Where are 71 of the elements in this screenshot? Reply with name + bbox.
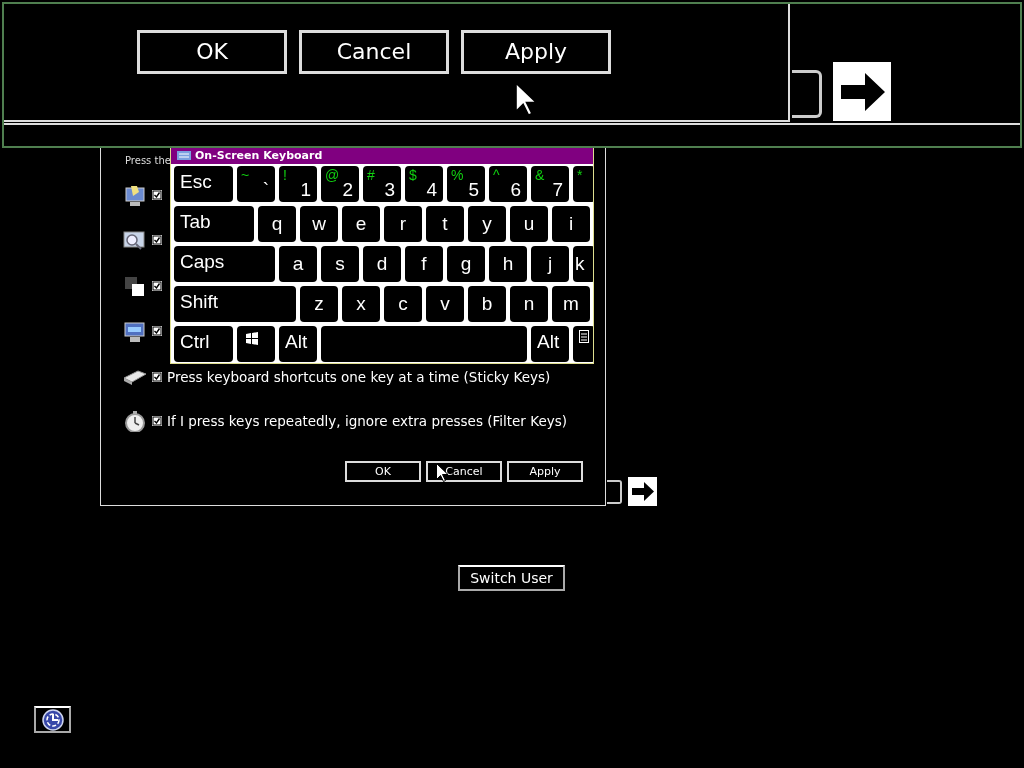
key[interactable]: j	[531, 246, 569, 282]
key[interactable]: ^ 6	[489, 166, 527, 202]
key[interactable]: @ 2	[321, 166, 359, 202]
key[interactable]: q	[258, 206, 296, 242]
key[interactable]: s	[321, 246, 359, 282]
key[interactable]: Esc	[174, 166, 233, 202]
key[interactable]: Ctrl	[174, 326, 233, 362]
accessibility-icon	[123, 229, 147, 251]
key[interactable]: f	[405, 246, 443, 282]
key[interactable]: ~ `	[237, 166, 275, 202]
checkbox[interactable]	[151, 189, 163, 201]
option-label: Press keyboard shortcuts one key at a time (Sticky Keys)	[167, 367, 551, 387]
key[interactable]: e	[342, 206, 380, 242]
option-label: If I press keys repeatedly, ignore extra presses (Filter Keys)	[167, 411, 567, 431]
key[interactable]: y	[468, 206, 506, 242]
apply-button[interactable]: Apply	[507, 461, 583, 482]
key[interactable]: *	[573, 166, 593, 202]
checkbox[interactable]	[151, 234, 163, 246]
key[interactable]: m	[552, 286, 590, 322]
key[interactable]: d	[363, 246, 401, 282]
key[interactable]: Alt	[531, 326, 569, 362]
windows-icon	[245, 332, 259, 346]
checkbox[interactable]	[151, 325, 163, 337]
switch-user-button[interactable]: Switch User	[458, 565, 565, 591]
key[interactable]: k	[573, 246, 593, 282]
window-title: On-Screen Keyboard	[195, 150, 323, 161]
key[interactable]: x	[342, 286, 380, 322]
menu-icon	[579, 330, 589, 343]
key[interactable]: % 5	[447, 166, 485, 202]
accessibility-icon	[123, 320, 147, 342]
key[interactable]: t	[426, 206, 464, 242]
accessibility-icon	[123, 275, 147, 297]
keyboard-icon	[177, 151, 191, 160]
key[interactable]: Caps	[174, 246, 275, 282]
key[interactable]: h	[489, 246, 527, 282]
key[interactable]	[237, 326, 275, 362]
key[interactable]: b	[468, 286, 506, 322]
accessibility-icon	[123, 184, 147, 206]
instruction-text: Press the	[125, 154, 171, 168]
key[interactable]: w	[300, 206, 338, 242]
key[interactable]: ! 1	[279, 166, 317, 202]
ease-of-access-icon[interactable]	[34, 706, 71, 733]
key[interactable]: # 3	[363, 166, 401, 202]
ok-button[interactable]: OK	[137, 30, 287, 74]
key[interactable]: u	[510, 206, 548, 242]
key[interactable]: c	[384, 286, 422, 322]
accessibility-icon	[123, 410, 147, 432]
checkbox[interactable]	[151, 280, 163, 292]
key[interactable]: r	[384, 206, 422, 242]
key[interactable]: g	[447, 246, 485, 282]
key[interactable]	[573, 326, 593, 362]
key[interactable]: i	[552, 206, 590, 242]
key[interactable]: Shift	[174, 286, 296, 322]
key[interactable]: Tab	[174, 206, 254, 242]
checkbox[interactable]	[151, 415, 163, 427]
key[interactable]: a	[279, 246, 317, 282]
ok-button[interactable]: OK	[345, 461, 421, 482]
key[interactable]: v	[426, 286, 464, 322]
key[interactable]: Alt	[279, 326, 317, 362]
checkbox[interactable]	[151, 371, 163, 383]
mouse-pointer-icon	[515, 82, 537, 117]
apply-button[interactable]: Apply	[461, 30, 611, 74]
key[interactable]: n	[510, 286, 548, 322]
key[interactable]: z	[300, 286, 338, 322]
password-field[interactable]	[607, 480, 622, 504]
key[interactable]: & 7	[531, 166, 569, 202]
cancel-button[interactable]: Cancel	[426, 461, 502, 482]
mouse-pointer-icon	[436, 463, 448, 482]
password-field[interactable]	[792, 70, 822, 118]
key[interactable]: $ 4	[405, 166, 443, 202]
cancel-button[interactable]: Cancel	[299, 30, 449, 74]
